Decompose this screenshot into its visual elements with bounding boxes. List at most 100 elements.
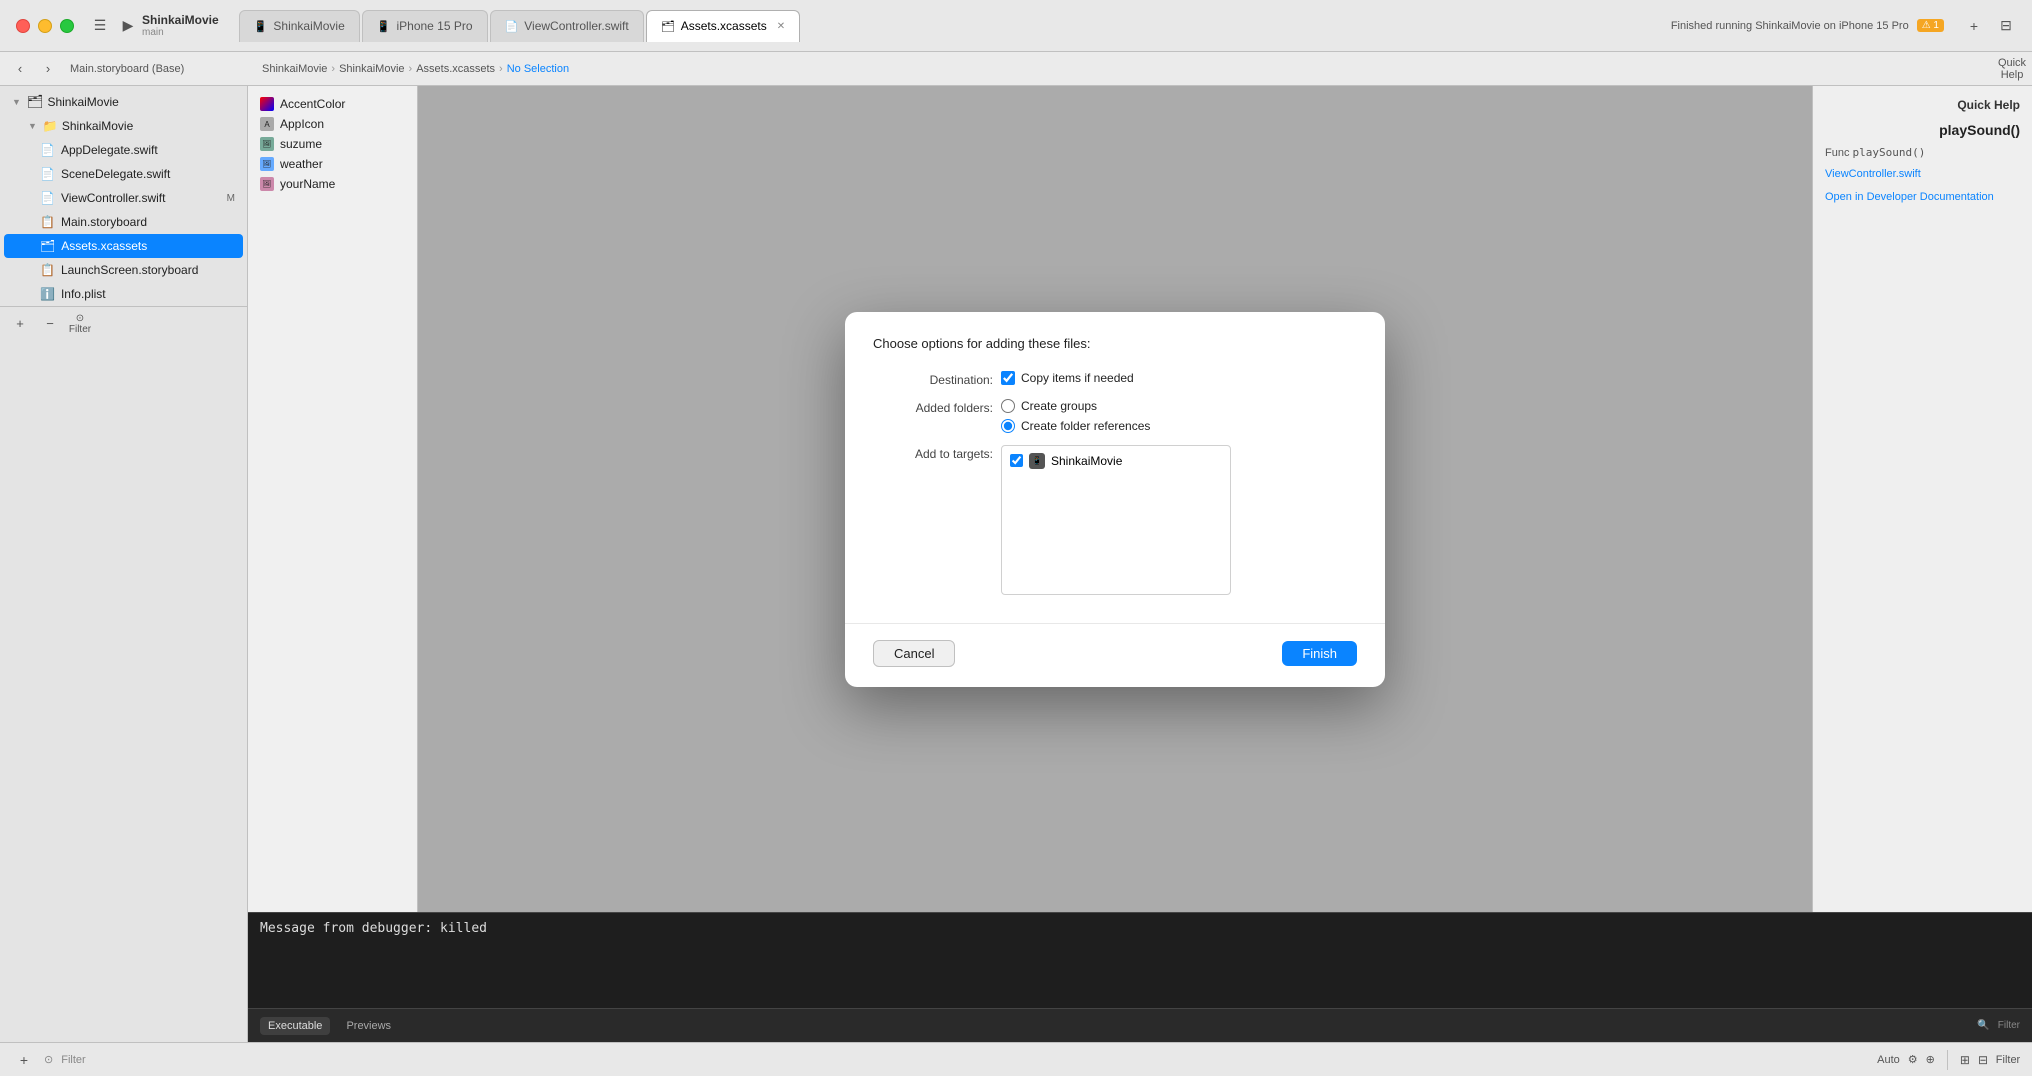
storyboard-icon-2: 📋 xyxy=(40,263,55,277)
sidebar-launchscreen-label: LaunchScreen.storyboard xyxy=(61,263,198,277)
copy-items-checkbox[interactable] xyxy=(1001,371,1015,385)
add-file-button[interactable]: + xyxy=(8,312,32,336)
folder-icon: 🗂 xyxy=(27,94,44,110)
asset-item-weather[interactable]: 🖼 weather xyxy=(248,154,417,174)
create-folder-refs-radio[interactable] xyxy=(1001,419,1015,433)
weather-label: weather xyxy=(280,157,323,171)
minimize-button[interactable] xyxy=(38,19,52,33)
add-button[interactable]: + xyxy=(1960,12,1988,40)
tab-label-2: ViewController.swift xyxy=(524,19,628,33)
status-area: Finished running ShinkaiMovie on iPhone … xyxy=(1655,19,1960,32)
sidebar-item-project[interactable]: ▼ 🗂 ShinkaiMovie xyxy=(4,90,243,114)
targets-box: 📱 ShinkaiMovie xyxy=(1001,445,1231,595)
breadcrumb: ShinkaiMovie › ShinkaiMovie › Assets.xca… xyxy=(262,63,1994,75)
modal-buttons: Cancel Finish xyxy=(845,623,1385,687)
swift-icon-3: 📄 xyxy=(40,191,55,205)
main-upper: AccentColor A AppIcon 🖼 suzume 🖼 weather xyxy=(248,86,2032,912)
suzume-icon: 🖼 xyxy=(260,137,274,151)
weather-icon: 🖼 xyxy=(260,157,274,171)
sidebar-infoplist-label: Info.plist xyxy=(61,287,106,301)
traffic-lights xyxy=(0,19,74,33)
asset-item-appicon[interactable]: A AppIcon xyxy=(248,114,417,134)
breadcrumb-sep-3: › xyxy=(499,63,503,75)
project-sub: main xyxy=(142,27,219,38)
sidebar-item-assets[interactable]: 🗂 Assets.xcassets xyxy=(4,234,243,258)
target-shinkaimovie-checkbox[interactable] xyxy=(1010,454,1023,467)
func-signature: playSound() xyxy=(1853,146,1926,159)
copy-items-row: Copy items if needed xyxy=(1001,371,1134,385)
create-groups-row: Create groups xyxy=(1001,399,1150,413)
source-file-row: ViewController.swift xyxy=(1825,165,2020,180)
warning-badge: ⚠ 1 xyxy=(1917,19,1944,32)
sidebar-item-mainstoryboard[interactable]: 📋 Main.storyboard xyxy=(4,210,243,234)
filter-button[interactable]: ⊙ Filter xyxy=(68,312,92,336)
add-to-targets-row: Add to targets: 📱 ShinkaiMovie xyxy=(873,445,1357,595)
breadcrumb-shinkaimovie2[interactable]: ShinkaiMovie xyxy=(339,63,404,75)
nav-forward-button[interactable]: › xyxy=(36,57,60,81)
chevron-down-icon: ▼ xyxy=(12,97,21,107)
source-file-link[interactable]: ViewController.swift xyxy=(1825,168,1921,180)
nav-back-button[interactable]: ‹ xyxy=(8,57,32,81)
function-name: playSound() xyxy=(1825,122,2020,138)
open-docs-link[interactable]: Open in Developer Documentation xyxy=(1825,191,1994,203)
filter-icon: 🔍 xyxy=(1977,1020,1989,1031)
add-item-button[interactable]: + xyxy=(12,1048,36,1072)
sidebar-item-group[interactable]: ▼ 📁 ShinkaiMovie xyxy=(4,114,243,138)
toolbar-right: Quick Help xyxy=(2000,57,2024,81)
breadcrumb-no-selection[interactable]: No Selection xyxy=(507,63,569,75)
yourname-label: yourName xyxy=(280,177,335,191)
breadcrumb-shinkaimovie1[interactable]: ShinkaiMovie xyxy=(262,63,327,75)
tab-iphone15[interactable]: 📱 iPhone 15 Pro xyxy=(362,10,488,42)
added-folders-label: Added folders: xyxy=(873,399,993,415)
sidebar-item-infoplist[interactable]: ℹ️ Info.plist xyxy=(4,282,243,306)
modified-badge: M xyxy=(227,193,235,204)
breadcrumb-sep-2: › xyxy=(409,63,413,75)
folder-icon-2: 📁 xyxy=(43,119,58,133)
yourname-icon: 🖼 xyxy=(260,177,274,191)
close-button[interactable] xyxy=(16,19,30,33)
target-app-icon: 📱 xyxy=(1029,453,1045,469)
filter-label: Filter xyxy=(1998,1020,2020,1031)
console-tab-previews[interactable]: Previews xyxy=(338,1017,399,1035)
file-browser: AccentColor A AppIcon 🖼 suzume 🖼 weather xyxy=(248,86,418,912)
finish-button[interactable]: Finish xyxy=(1282,641,1357,666)
create-groups-label: Create groups xyxy=(1021,399,1097,413)
sidebar-footer: + − ⊙ Filter xyxy=(0,306,247,340)
console-bottom-bar: Executable Previews 🔍 Filter xyxy=(248,1008,2032,1042)
cancel-button[interactable]: Cancel xyxy=(873,640,955,667)
create-groups-radio[interactable] xyxy=(1001,399,1015,413)
file-path: Main.storyboard (Base) xyxy=(70,63,184,75)
breadcrumb-assets[interactable]: Assets.xcassets xyxy=(416,63,495,75)
project-name: ShinkaiMovie xyxy=(142,13,219,27)
target-item-shinkaimovie: 📱 ShinkaiMovie xyxy=(1006,450,1226,472)
inspector-toggle-button[interactable]: Quick Help xyxy=(2000,57,2024,81)
tab-shinkaimovie[interactable]: 📱 ShinkaiMovie xyxy=(239,10,360,42)
asset-item-accentcolor[interactable]: AccentColor xyxy=(248,94,417,114)
modal-form: Destination: Copy items if needed xyxy=(873,371,1357,595)
remove-file-button[interactable]: − xyxy=(38,312,62,336)
sidebar-toggle-button[interactable]: ☰ xyxy=(86,12,114,40)
run-button[interactable]: ▶ xyxy=(114,12,142,40)
bottom-settings-icon: ⚙ xyxy=(1908,1053,1918,1066)
sidebar-project-label: ShinkaiMovie xyxy=(47,95,118,109)
sidebar-item-appdelegate[interactable]: 📄 AppDelegate.swift xyxy=(4,138,243,162)
console-output: Message from debugger: killed xyxy=(248,913,2032,1008)
asset-item-yourname[interactable]: 🖼 yourName xyxy=(248,174,417,194)
tab-assets[interactable]: 🗂 Assets.xcassets ✕ xyxy=(646,10,800,42)
bottom-filter-icon: ⊙ xyxy=(44,1053,53,1066)
copy-items-label: Copy items if needed xyxy=(1021,371,1134,385)
func-label: Func playSound() xyxy=(1825,146,2020,159)
sidebar-item-scenedelegate[interactable]: 📄 SceneDelegate.swift xyxy=(4,162,243,186)
inspector-button[interactable]: ⊟ xyxy=(1992,12,2020,40)
tab-viewcontroller[interactable]: 📄 ViewController.swift xyxy=(490,10,644,42)
close-tab-icon[interactable]: ✕ xyxy=(777,21,785,32)
bottom-filter-right-button[interactable]: Filter xyxy=(1996,1048,2020,1072)
target-shinkaimovie-label: ShinkaiMovie xyxy=(1051,454,1122,468)
sidebar-item-viewcontroller[interactable]: 📄 ViewController.swift M xyxy=(4,186,243,210)
maximize-button[interactable] xyxy=(60,19,74,33)
console-tab-executable[interactable]: Executable xyxy=(260,1017,330,1035)
destination-row: Destination: Copy items if needed xyxy=(873,371,1357,387)
sidebar-item-launchscreen[interactable]: 📋 LaunchScreen.storyboard xyxy=(4,258,243,282)
asset-item-suzume[interactable]: 🖼 suzume xyxy=(248,134,417,154)
modal-dialog: Choose options for adding these files: D… xyxy=(845,312,1385,687)
